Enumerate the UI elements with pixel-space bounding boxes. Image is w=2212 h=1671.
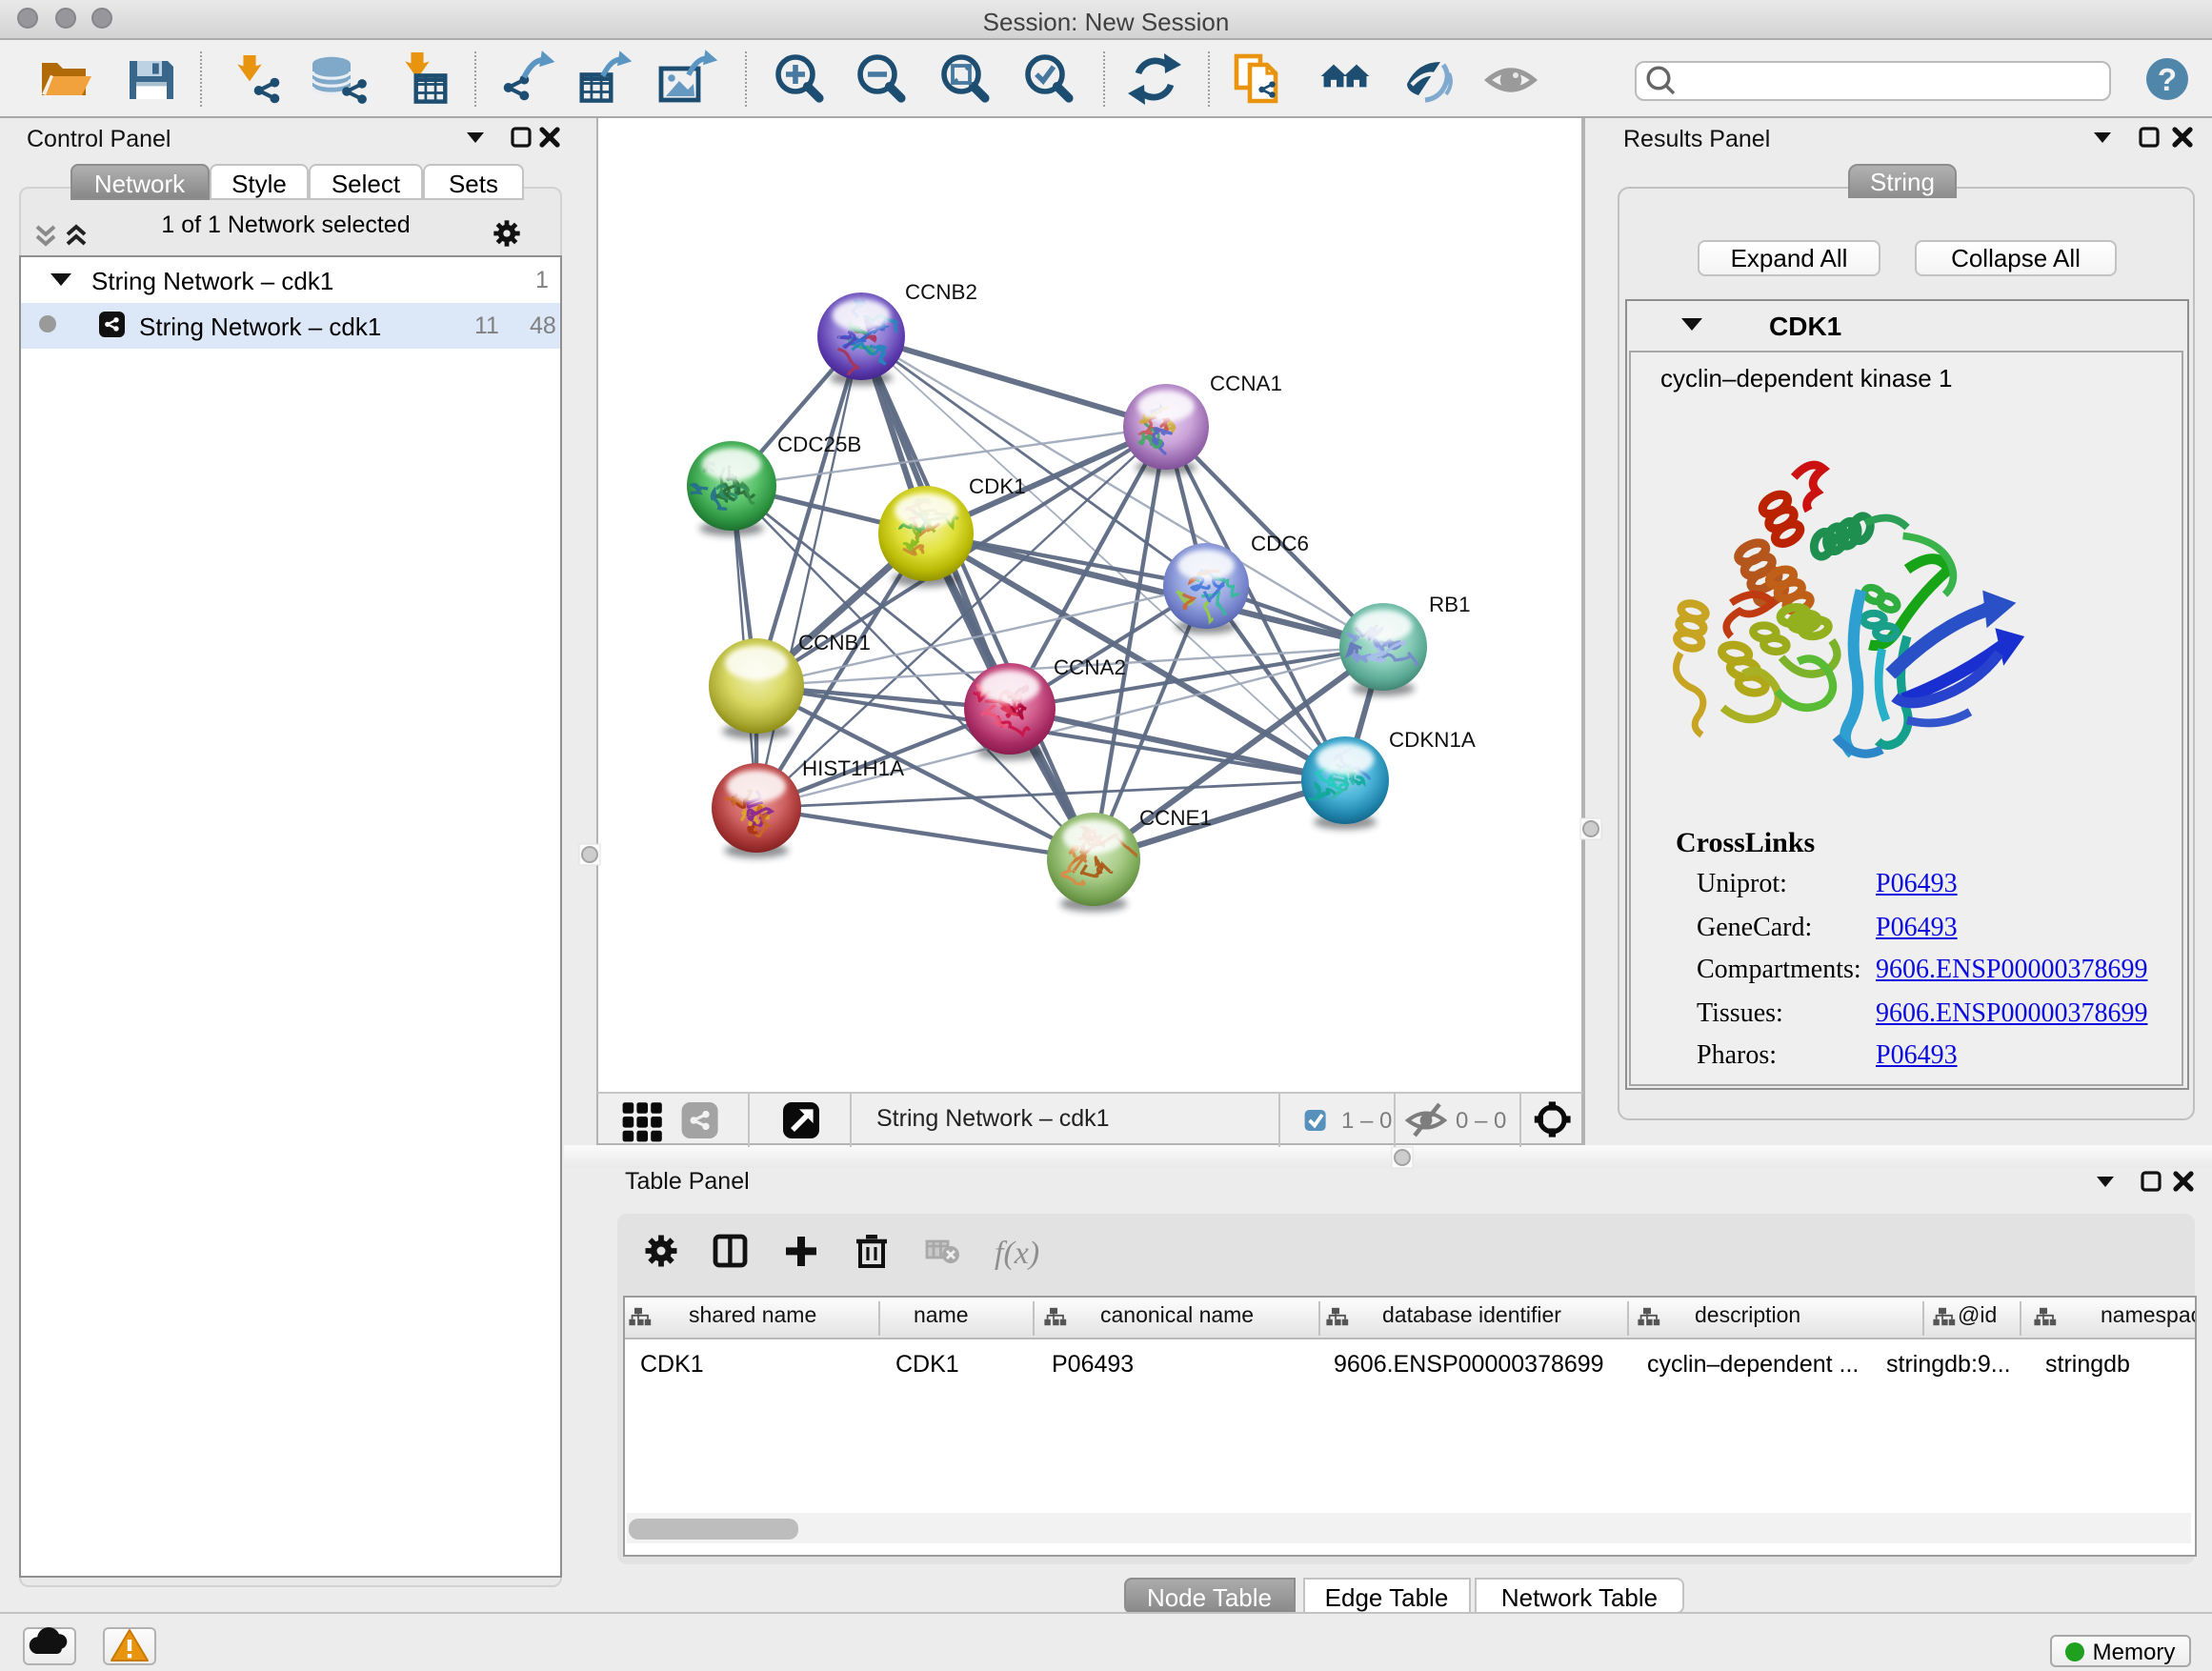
- svg-text:RB1: RB1: [1429, 593, 1471, 616]
- svg-text:CCNB1: CCNB1: [798, 631, 871, 654]
- svg-text:CCNB2: CCNB2: [905, 280, 977, 304]
- svg-text:CCNE1: CCNE1: [1139, 806, 1212, 830]
- svg-text:CDC6: CDC6: [1251, 532, 1309, 555]
- svg-text:CDK1: CDK1: [969, 474, 1026, 498]
- svg-text:CDKN1A: CDKN1A: [1389, 728, 1476, 752]
- svg-text:HIST1H1A: HIST1H1A: [802, 756, 904, 780]
- svg-text:CCNA1: CCNA1: [1210, 372, 1282, 395]
- svg-text:CDC25B: CDC25B: [777, 433, 861, 456]
- svg-text:CCNA2: CCNA2: [1054, 655, 1126, 679]
